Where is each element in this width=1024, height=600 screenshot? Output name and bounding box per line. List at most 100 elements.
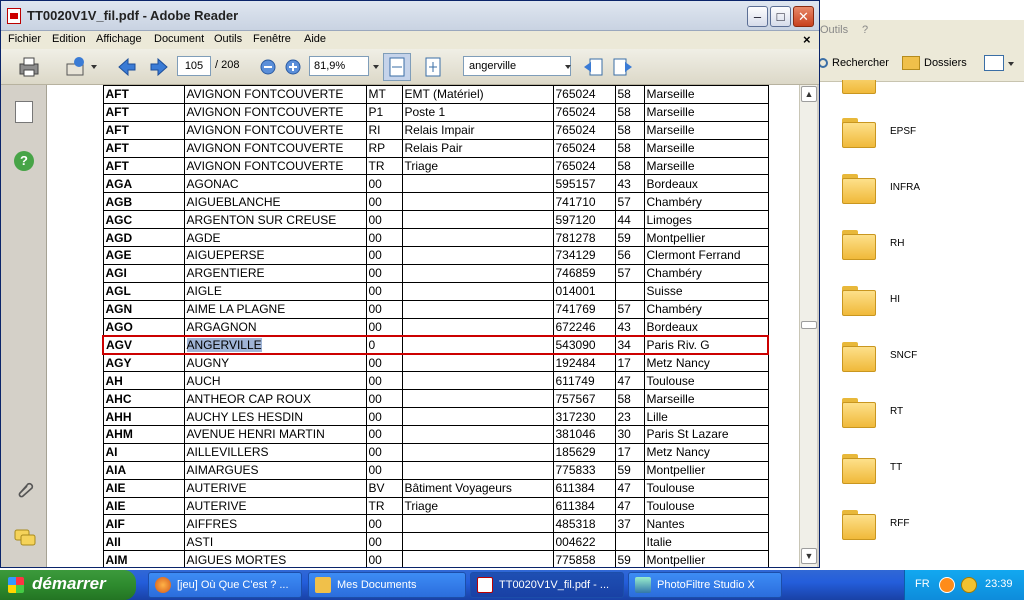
cell-text: 00: [368, 176, 382, 191]
folder-icon[interactable]: [840, 170, 880, 206]
table-cell: EMT (Matériel): [401, 85, 554, 104]
email-button[interactable]: [61, 55, 101, 79]
task-pdf[interactable]: TT0020V1V_fil.pdf - ...: [470, 572, 624, 598]
scroll-down-button[interactable]: ▼: [801, 548, 817, 564]
zoom-in-button[interactable]: [284, 55, 302, 79]
menu-edition[interactable]: Edition: [52, 33, 86, 45]
folder-icon[interactable]: [840, 338, 880, 374]
chevron-up-icon: ▲: [804, 89, 814, 99]
folder-label[interactable]: EPSF: [890, 126, 916, 137]
zoom-out-button[interactable]: [259, 55, 277, 79]
task-firefox[interactable]: [jeu] Où Que C'est ? ...: [148, 572, 302, 598]
views-button[interactable]: [984, 52, 1014, 74]
title-bar[interactable]: TT0020V1V_fil.pdf - Adobe Reader – □ ✕: [1, 1, 819, 31]
table-row: AGI ARGENTIERE 00 746859 57 Chambéry: [102, 263, 769, 283]
menu-document[interactable]: Document: [154, 33, 204, 45]
help-icon[interactable]: ?: [14, 151, 34, 171]
fit-page-button[interactable]: [421, 55, 445, 79]
chevron-down-icon[interactable]: [373, 65, 379, 69]
folder-label[interactable]: TT: [890, 462, 902, 473]
task-documents[interactable]: Mes Documents: [308, 572, 466, 598]
task-label: PhotoFiltre Studio X: [657, 579, 755, 591]
folder-icon[interactable]: [840, 450, 880, 486]
folder-label[interactable]: INFRA: [890, 182, 920, 193]
menu-outils[interactable]: Outils: [214, 33, 242, 45]
tray-icon[interactable]: [939, 577, 955, 593]
table-cell: 765024: [552, 138, 616, 158]
close-button[interactable]: ✕: [793, 6, 814, 27]
folder-label[interactable]: RH: [890, 238, 904, 249]
table-cell: Suisse: [643, 281, 769, 301]
print-button[interactable]: [15, 55, 43, 79]
cell-text: Relais Impair: [404, 123, 475, 138]
cell-text: 757567: [555, 391, 596, 406]
explorer-menu-help[interactable]: ?: [862, 24, 868, 36]
table-cell: 00: [365, 353, 403, 373]
folder-icon[interactable]: [840, 114, 880, 150]
cell-text: AUGNY: [186, 356, 230, 371]
folder-label[interactable]: RT: [890, 406, 903, 417]
table-cell: AGN: [102, 299, 185, 319]
document-view[interactable]: AFT AVIGNON FONTCOUVERTE MT EMT (Matériel) 7…: [47, 85, 799, 567]
previous-page-button[interactable]: [115, 55, 139, 79]
search-input[interactable]: angerville: [463, 56, 571, 76]
menu-fenetre[interactable]: Fenêtre: [253, 33, 291, 45]
task-photofiltre[interactable]: PhotoFiltre Studio X: [628, 572, 782, 598]
menu-aide[interactable]: Aide: [304, 33, 326, 45]
zoom-input[interactable]: 81,9%: [309, 56, 369, 76]
folder-icon[interactable]: [840, 80, 880, 96]
next-page-button[interactable]: [147, 55, 171, 79]
fit-width-button[interactable]: [383, 53, 411, 81]
scroll-up-button[interactable]: ▲: [801, 86, 817, 102]
table-cell: AGA: [102, 174, 185, 194]
cell-text: AIM: [105, 552, 128, 567]
table-cell: [401, 281, 554, 301]
comments-icon[interactable]: [14, 529, 36, 547]
menu-affichage[interactable]: Affichage: [96, 33, 142, 45]
maximize-button[interactable]: □: [770, 6, 791, 27]
chevron-down-icon[interactable]: [565, 65, 571, 69]
table-cell: AIGUEPERSE: [183, 246, 367, 265]
search-button[interactable]: Rechercher: [818, 52, 889, 74]
menu-fichier[interactable]: Fichier: [8, 33, 41, 45]
folder-icon[interactable]: [840, 282, 880, 318]
table-cell: 44: [614, 210, 645, 230]
table-cell: Chambéry: [643, 192, 769, 212]
close-document-button[interactable]: ×: [803, 32, 811, 47]
folder-label[interactable]: SNCF: [890, 350, 917, 361]
start-button[interactable]: démarrer: [0, 570, 136, 600]
cell-text: 00: [368, 463, 382, 478]
folders-button[interactable]: Dossiers: [902, 52, 967, 74]
folder-label[interactable]: HI: [890, 294, 900, 305]
folder-label[interactable]: RFF: [890, 518, 909, 529]
cell-text: 58: [617, 141, 631, 156]
table-cell: 58: [614, 102, 645, 122]
clock[interactable]: 23:39: [985, 578, 1013, 590]
scroll-thumb[interactable]: [801, 321, 817, 329]
language-indicator[interactable]: FR: [915, 578, 930, 590]
table-cell: 00: [365, 263, 403, 283]
folder-icon[interactable]: [840, 226, 880, 262]
find-previous-button[interactable]: [581, 55, 605, 79]
table-cell: MT: [365, 85, 403, 104]
find-next-button[interactable]: [611, 55, 635, 79]
explorer-menu-outils[interactable]: Outils: [820, 24, 848, 36]
table-cell: AGD: [102, 228, 185, 248]
cell-text: Chambéry: [646, 302, 702, 317]
folder-icon[interactable]: [840, 394, 880, 430]
attachments-icon[interactable]: [15, 479, 35, 499]
minimize-button[interactable]: –: [747, 6, 768, 27]
page-number-input[interactable]: 105: [177, 56, 211, 76]
cell-text: Chambéry: [646, 194, 702, 209]
tray-icon[interactable]: [961, 577, 977, 593]
folder-icon[interactable]: [840, 506, 880, 542]
table-cell: AIF: [102, 514, 185, 534]
cell-text: 47: [617, 373, 631, 388]
vertical-scrollbar[interactable]: ▲ ▼: [799, 85, 817, 567]
table-cell: 00: [365, 371, 403, 391]
table-cell: AVIGNON FONTCOUVERTE: [183, 138, 367, 158]
table-cell: ARGENTON SUR CREUSE: [183, 210, 367, 230]
table-cell: 00: [365, 389, 403, 409]
cell-text: AGV: [106, 337, 133, 352]
pages-icon[interactable]: [15, 101, 33, 123]
